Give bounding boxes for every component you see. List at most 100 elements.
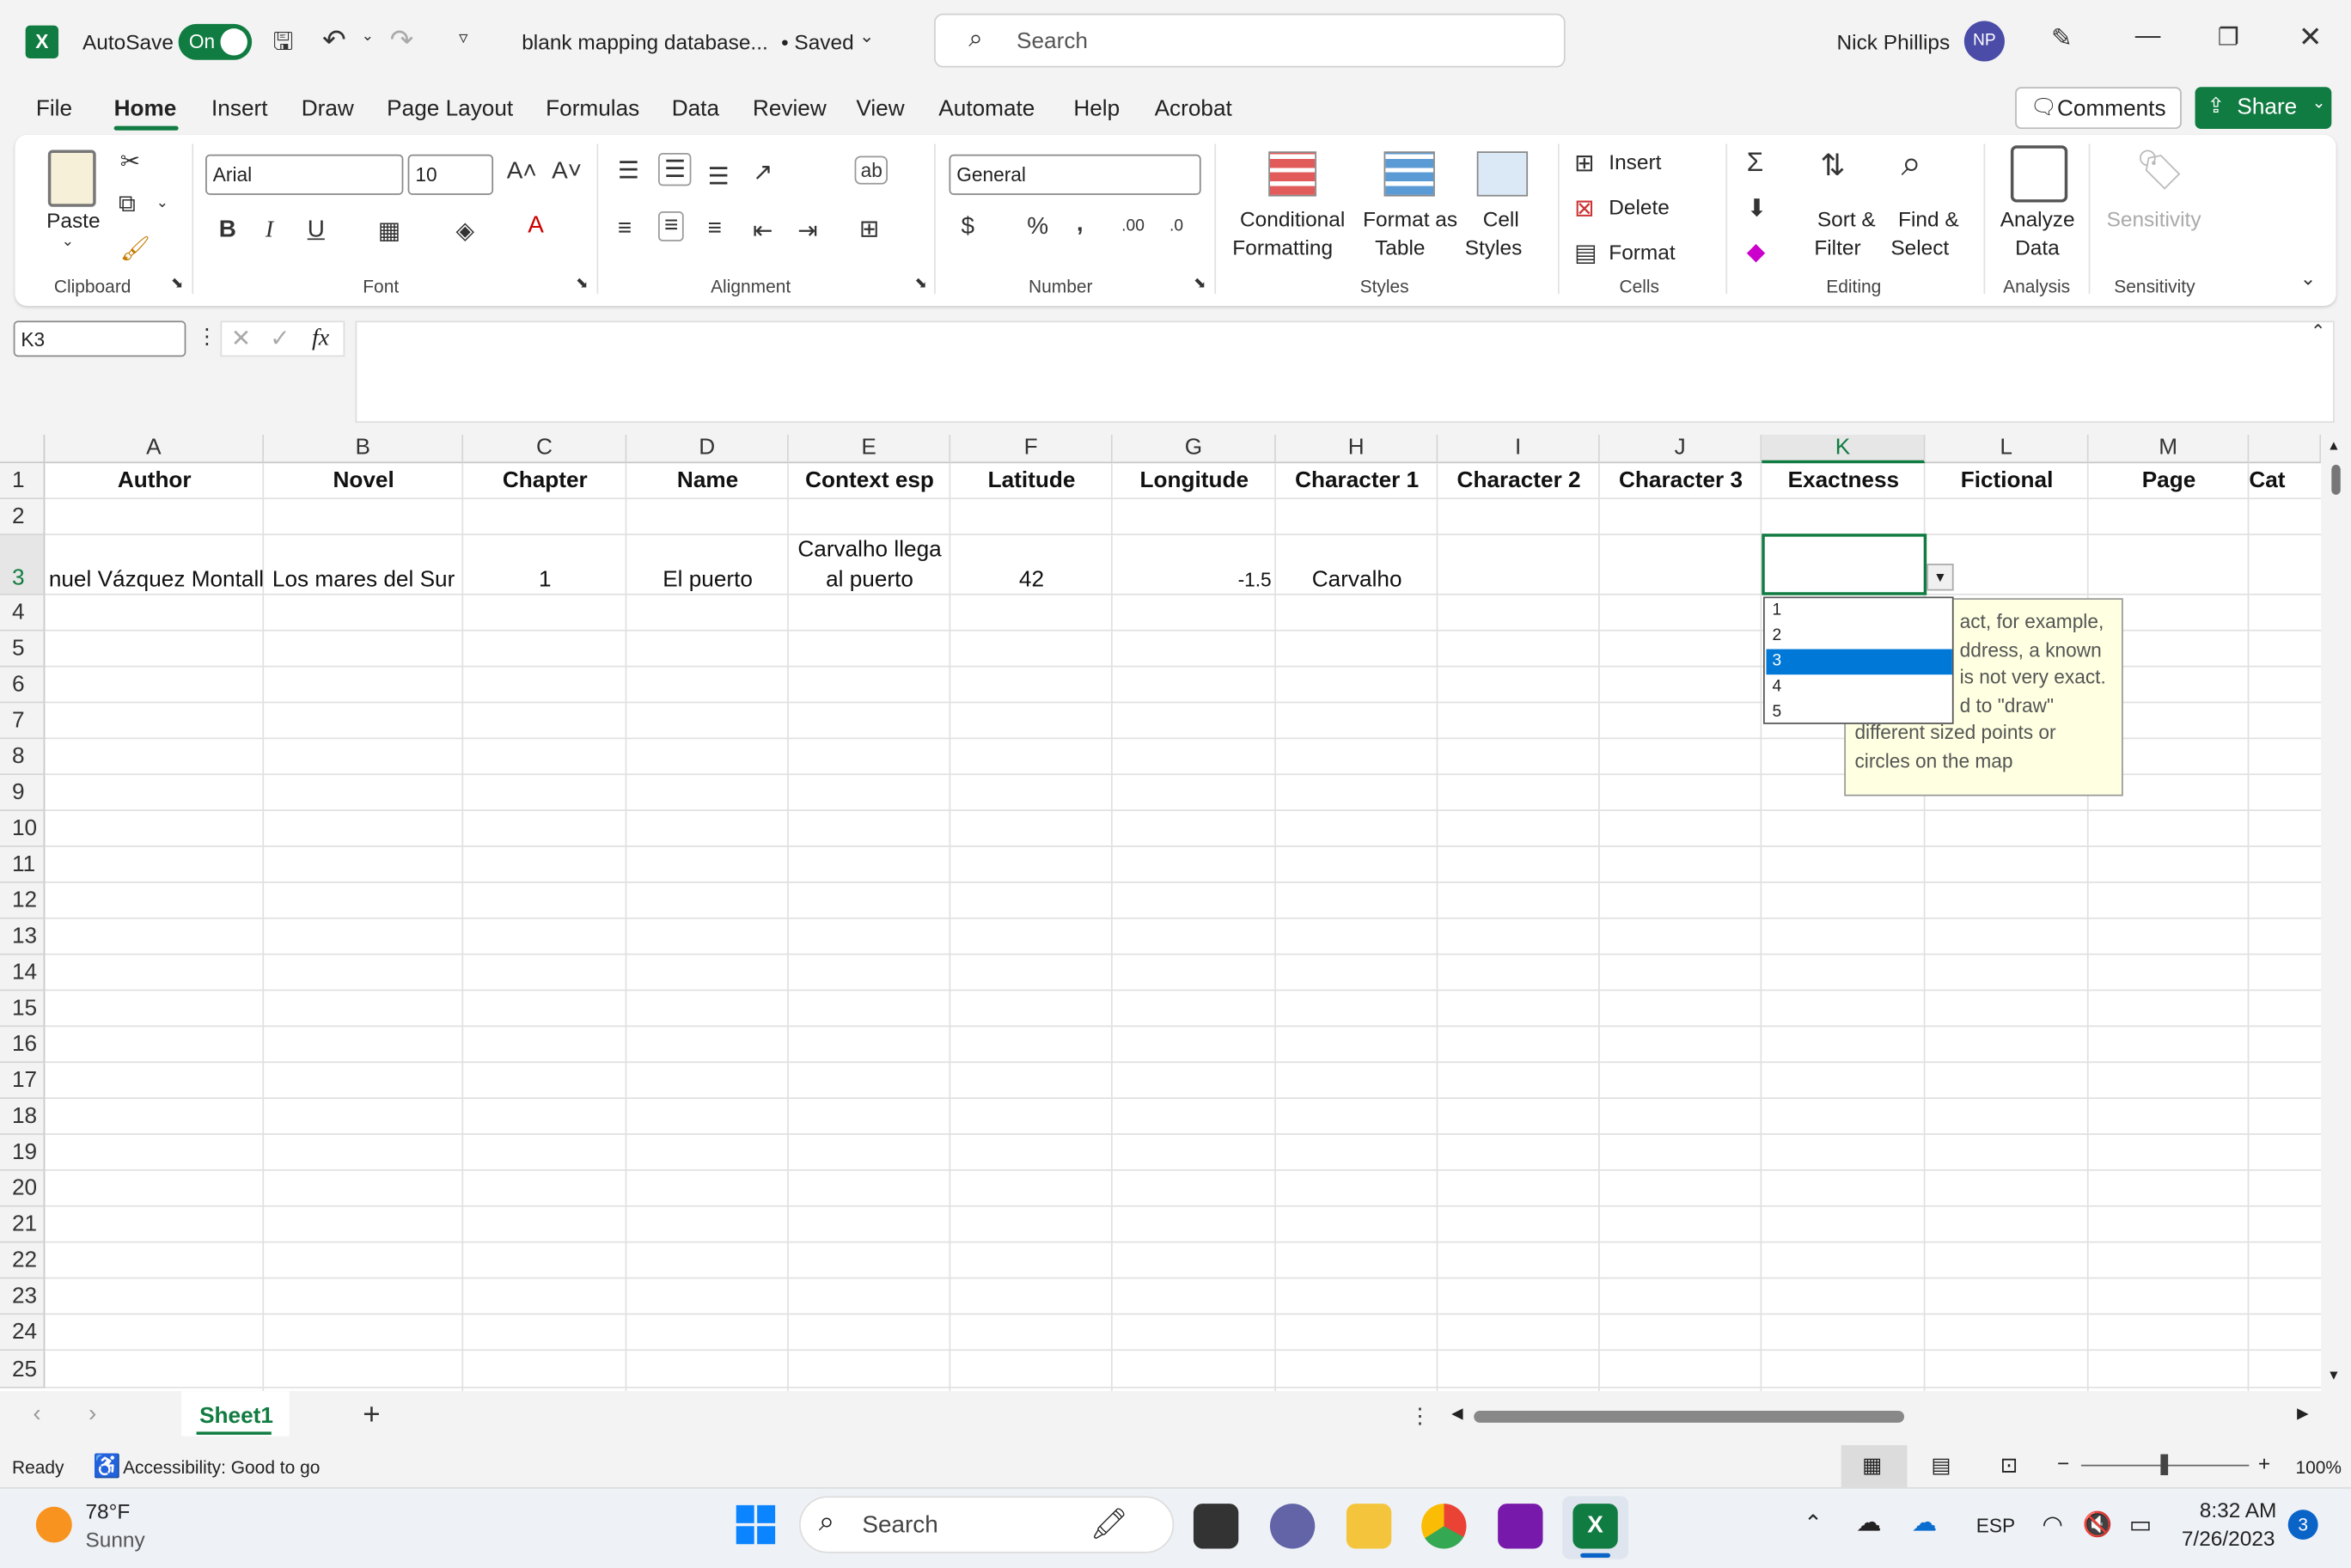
- taskbar-search[interactable]: ⌕ Search 🖍: [799, 1496, 1175, 1553]
- column-header-b[interactable]: B: [264, 435, 464, 464]
- dialog-launcher-icon[interactable]: ⬊: [1194, 276, 1206, 292]
- zoom-slider-thumb[interactable]: [2160, 1454, 2169, 1475]
- row-header[interactable]: 14: [0, 955, 46, 991]
- volume-muted-icon[interactable]: 🔇: [2083, 1510, 2113, 1540]
- increase-font-icon[interactable]: A˄: [507, 159, 537, 186]
- format-table-label-1[interactable]: Format as: [1363, 207, 1457, 231]
- notification-badge[interactable]: 3: [2287, 1510, 2318, 1541]
- header-cell[interactable]: Context esp: [789, 463, 950, 499]
- cell-styles-icon[interactable]: [1476, 151, 1529, 197]
- align-right-icon[interactable]: ≡: [708, 216, 722, 242]
- row-header[interactable]: 17: [0, 1063, 46, 1100]
- fill-color-icon[interactable]: ◈: [455, 216, 473, 246]
- decrease-font-icon[interactable]: A˅: [552, 159, 582, 186]
- insert-cells-icon[interactable]: ⊞: [1574, 149, 1594, 179]
- copy-dropdown-icon[interactable]: ⌄: [156, 195, 168, 211]
- add-sheet-icon[interactable]: +: [363, 1399, 380, 1433]
- sheet-tab-sheet1[interactable]: Sheet1: [181, 1391, 290, 1437]
- row-header[interactable]: 24: [0, 1315, 46, 1351]
- chevron-down-icon[interactable]: ⌄: [859, 26, 875, 46]
- next-sheet-icon[interactable]: ›: [89, 1401, 96, 1428]
- tab-draw[interactable]: Draw: [302, 96, 354, 122]
- weather-temp[interactable]: 78°F: [85, 1499, 130, 1523]
- decrease-indent-icon[interactable]: ⇤: [753, 216, 772, 246]
- normal-view-button[interactable]: ▦: [1841, 1445, 1908, 1487]
- row-header[interactable]: 15: [0, 991, 46, 1028]
- format-cells-icon[interactable]: ▤: [1574, 238, 1597, 268]
- header-cell[interactable]: Chapter: [463, 463, 626, 499]
- restore-icon[interactable]: ❐: [2218, 22, 2239, 52]
- find-label-2[interactable]: Select: [1890, 235, 1949, 259]
- percent-icon[interactable]: %: [1027, 215, 1048, 241]
- windows-start-icon[interactable]: [736, 1504, 776, 1545]
- cell-h3[interactable]: Carvalho: [1276, 564, 1438, 595]
- fill-icon[interactable]: ⬇: [1747, 193, 1767, 223]
- row-header[interactable]: 1: [0, 463, 46, 500]
- row-header[interactable]: 16: [0, 1027, 46, 1064]
- column-header-f[interactable]: F: [950, 435, 1113, 464]
- vertical-scroll-thumb[interactable]: [2331, 464, 2341, 495]
- avatar[interactable]: NP: [1963, 21, 2005, 62]
- undo-dropdown-icon[interactable]: ⌄: [362, 28, 375, 45]
- battery-icon[interactable]: ▭: [2129, 1510, 2152, 1540]
- header-cell[interactable]: Cat: [2249, 463, 2321, 499]
- align-top-icon[interactable]: ☰: [618, 156, 639, 186]
- column-header-g[interactable]: G: [1112, 435, 1276, 464]
- font-size-combo[interactable]: 10: [407, 154, 494, 195]
- conditional-formatting-icon[interactable]: [1268, 151, 1317, 197]
- header-cell[interactable]: Exactness: [1762, 463, 1925, 499]
- file-name[interactable]: blank mapping database...: [522, 30, 768, 54]
- cell-e3-line1[interactable]: Carvalho llega: [789, 535, 950, 565]
- column-header-k[interactable]: K: [1762, 435, 1926, 464]
- share-dropdown-icon[interactable]: ⌄: [2312, 93, 2326, 113]
- tab-automate[interactable]: Automate: [938, 96, 1035, 122]
- align-bottom-icon[interactable]: ☰: [708, 162, 730, 192]
- tab-view[interactable]: View: [856, 96, 904, 122]
- onenote-icon[interactable]: [1498, 1504, 1543, 1549]
- cell-e3-line2[interactable]: al puerto: [789, 564, 950, 595]
- cell-styles-label-2[interactable]: Styles: [1465, 235, 1523, 259]
- dialog-launcher-icon[interactable]: ⬊: [914, 276, 927, 292]
- decrease-decimal-icon[interactable]: .0: [1169, 217, 1183, 235]
- font-name-combo[interactable]: Arial: [205, 154, 404, 195]
- cut-icon[interactable]: ✂: [120, 147, 140, 177]
- onedrive-icon[interactable]: ☁: [1856, 1508, 1882, 1538]
- row-header[interactable]: 2: [0, 499, 46, 535]
- sun-icon[interactable]: [35, 1506, 72, 1543]
- page-break-view-icon[interactable]: ⊡: [2000, 1453, 2018, 1479]
- row-header[interactable]: 9: [0, 775, 46, 811]
- redo-icon[interactable]: ↷: [390, 24, 414, 58]
- teams-icon[interactable]: [1269, 1504, 1316, 1549]
- saved-status[interactable]: • Saved: [781, 30, 854, 54]
- column-header-l[interactable]: L: [1925, 435, 2089, 464]
- header-cell[interactable]: Character 2: [1438, 463, 1599, 499]
- header-cell[interactable]: Page: [2089, 463, 2250, 499]
- wrap-text-icon[interactable]: ab: [854, 156, 888, 185]
- enter-icon[interactable]: ✓: [270, 324, 290, 354]
- delete-label[interactable]: Delete: [1609, 195, 1670, 219]
- sort-label-1[interactable]: Sort &: [1817, 207, 1876, 231]
- selected-cell-k3[interactable]: [1762, 534, 1927, 595]
- font-color-icon[interactable]: A: [528, 213, 544, 240]
- column-header-n[interactable]: [2249, 435, 2322, 464]
- conditional-label-2[interactable]: Formatting: [1232, 235, 1333, 259]
- sensitivity-label[interactable]: Sensitivity: [2107, 207, 2201, 231]
- accessibility-icon[interactable]: ♿: [93, 1453, 121, 1480]
- align-middle-icon[interactable]: ☰: [658, 152, 692, 186]
- scroll-right-icon[interactable]: ▶: [2297, 1406, 2308, 1423]
- previous-sheet-icon[interactable]: ‹: [33, 1401, 40, 1428]
- row-header[interactable]: 5: [0, 631, 46, 668]
- insert-label[interactable]: Insert: [1609, 149, 1661, 174]
- clear-icon[interactable]: ◆: [1747, 237, 1765, 267]
- conditional-label-1[interactable]: Conditional: [1240, 207, 1345, 231]
- dropdown-arrow-button[interactable]: ▼: [1927, 564, 1954, 591]
- bold-icon[interactable]: B: [219, 217, 236, 244]
- ribbon-collapse-icon[interactable]: ⌄: [2300, 267, 2317, 291]
- format-label[interactable]: Format: [1609, 240, 1675, 264]
- cell-b3[interactable]: Los mares del Sur: [264, 564, 463, 595]
- zoom-out-icon[interactable]: −: [2057, 1451, 2069, 1475]
- row-header[interactable]: 11: [0, 846, 46, 883]
- analyze-label-2[interactable]: Data: [2015, 235, 2060, 259]
- row-header[interactable]: 18: [0, 1099, 46, 1135]
- tab-home[interactable]: Home: [114, 96, 177, 122]
